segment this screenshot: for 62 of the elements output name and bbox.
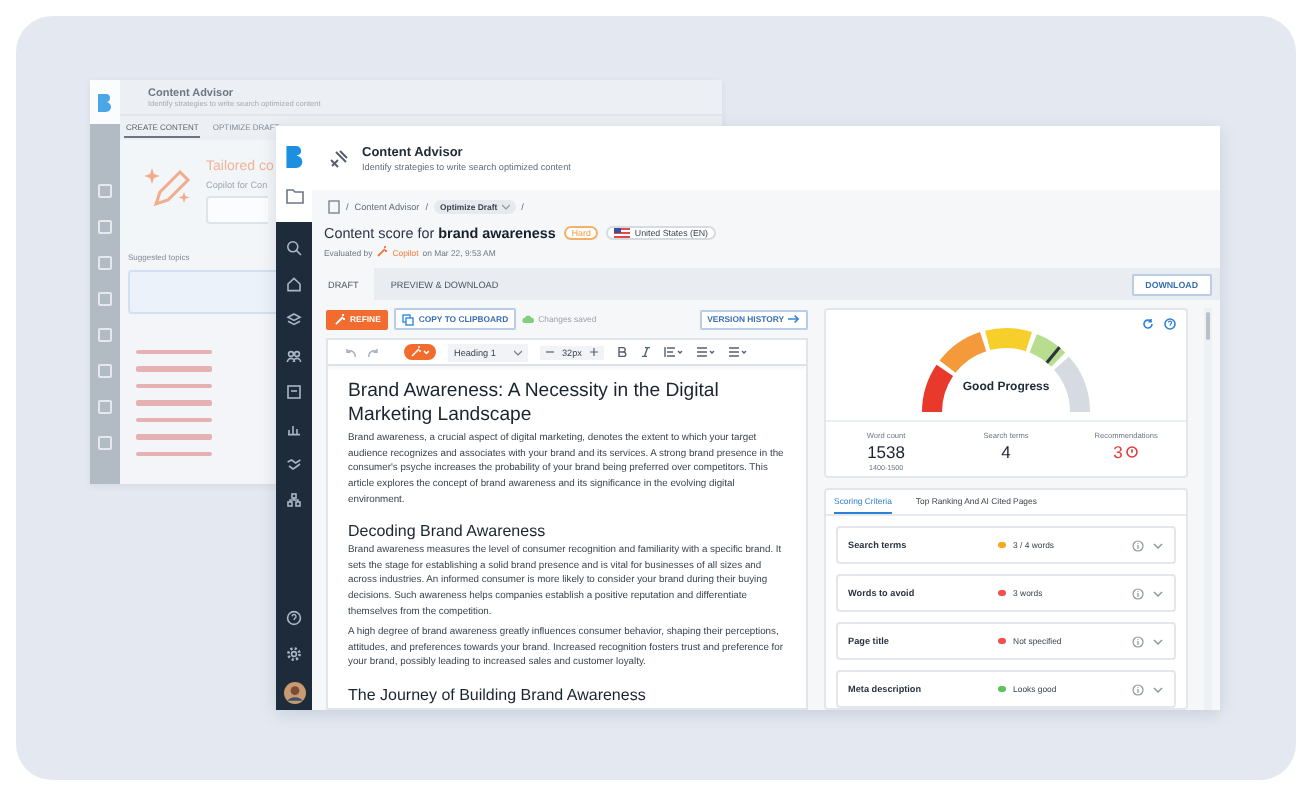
arrow-right-icon	[788, 314, 801, 324]
help-icon[interactable]	[286, 610, 302, 626]
refresh-icon[interactable]	[1142, 318, 1155, 330]
nav-icon[interactable]	[98, 256, 112, 270]
stat-value: 1538	[867, 442, 905, 462]
topic-link[interactable]	[136, 349, 212, 354]
topic-link[interactable]	[136, 417, 212, 422]
plus-icon[interactable]	[589, 348, 598, 357]
nav-icon[interactable]	[98, 400, 112, 414]
info-icon[interactable]	[1132, 587, 1145, 599]
ai-assist-button[interactable]	[404, 344, 436, 361]
info-icon[interactable]	[1132, 683, 1145, 695]
sitemap-icon[interactable]	[286, 492, 302, 508]
section-heading: The Journey of Building Brand Awareness	[348, 686, 648, 704]
folder-icon[interactable]	[285, 188, 303, 204]
chevron-down-icon[interactable]	[1152, 541, 1165, 549]
chevron-down-icon[interactable]	[1152, 637, 1165, 645]
chart-icon[interactable]	[286, 420, 302, 436]
bold-icon[interactable]	[615, 346, 628, 359]
flag-icon	[614, 228, 631, 238]
nav-icon[interactable]	[98, 328, 112, 342]
magic-wand-icon	[334, 313, 346, 325]
nav-icon[interactable]	[98, 364, 112, 378]
alert-icon	[1126, 446, 1139, 458]
search-icon[interactable]	[286, 240, 302, 256]
section-heading: Decoding Brand Awareness	[348, 522, 548, 541]
doc-icon[interactable]	[286, 384, 302, 400]
nav-icon[interactable]	[98, 292, 112, 306]
document-icon[interactable]	[328, 200, 340, 214]
stat-value: 4	[1001, 442, 1011, 462]
chevron-down-icon[interactable]	[1152, 685, 1165, 693]
caret-icon	[501, 204, 510, 210]
layers-icon[interactable]	[286, 312, 302, 328]
stat-value: 3	[1113, 442, 1139, 462]
logo-icon	[90, 80, 120, 124]
nav-icon[interactable]	[98, 436, 112, 450]
topic-link[interactable]	[136, 451, 212, 456]
avatar-icon[interactable]	[283, 682, 305, 704]
document-heading: Brand Awareness: A Necessity in the Digital Marketing Landscape	[348, 380, 721, 427]
cloud-check-icon	[522, 314, 535, 324]
settings-icon[interactable]	[286, 646, 302, 662]
copy-icon	[402, 313, 415, 325]
info-icon[interactable]	[1132, 635, 1145, 647]
bullet-list-icon[interactable]	[695, 346, 716, 359]
nav-icon[interactable]	[98, 220, 112, 234]
info-icon[interactable]	[1132, 539, 1145, 551]
undo-icon[interactable]	[344, 347, 356, 358]
italic-icon[interactable]	[639, 346, 652, 359]
topic-link[interactable]	[136, 383, 212, 388]
numbered-list-icon[interactable]	[727, 346, 748, 359]
logo-icon[interactable]	[285, 146, 303, 168]
group-icon[interactable]	[286, 348, 302, 364]
caret-icon	[514, 349, 522, 356]
nav-icon[interactable]	[98, 184, 112, 198]
magic-wand-icon	[376, 246, 389, 258]
home-icon[interactable]	[286, 276, 302, 292]
redo-icon[interactable]	[368, 347, 380, 358]
align-icon[interactable]	[663, 346, 684, 359]
chevron-down-icon[interactable]	[1152, 589, 1165, 597]
topic-field[interactable]	[206, 196, 268, 225]
help-icon[interactable]	[1164, 318, 1177, 330]
magic-wand-icon	[410, 346, 430, 359]
